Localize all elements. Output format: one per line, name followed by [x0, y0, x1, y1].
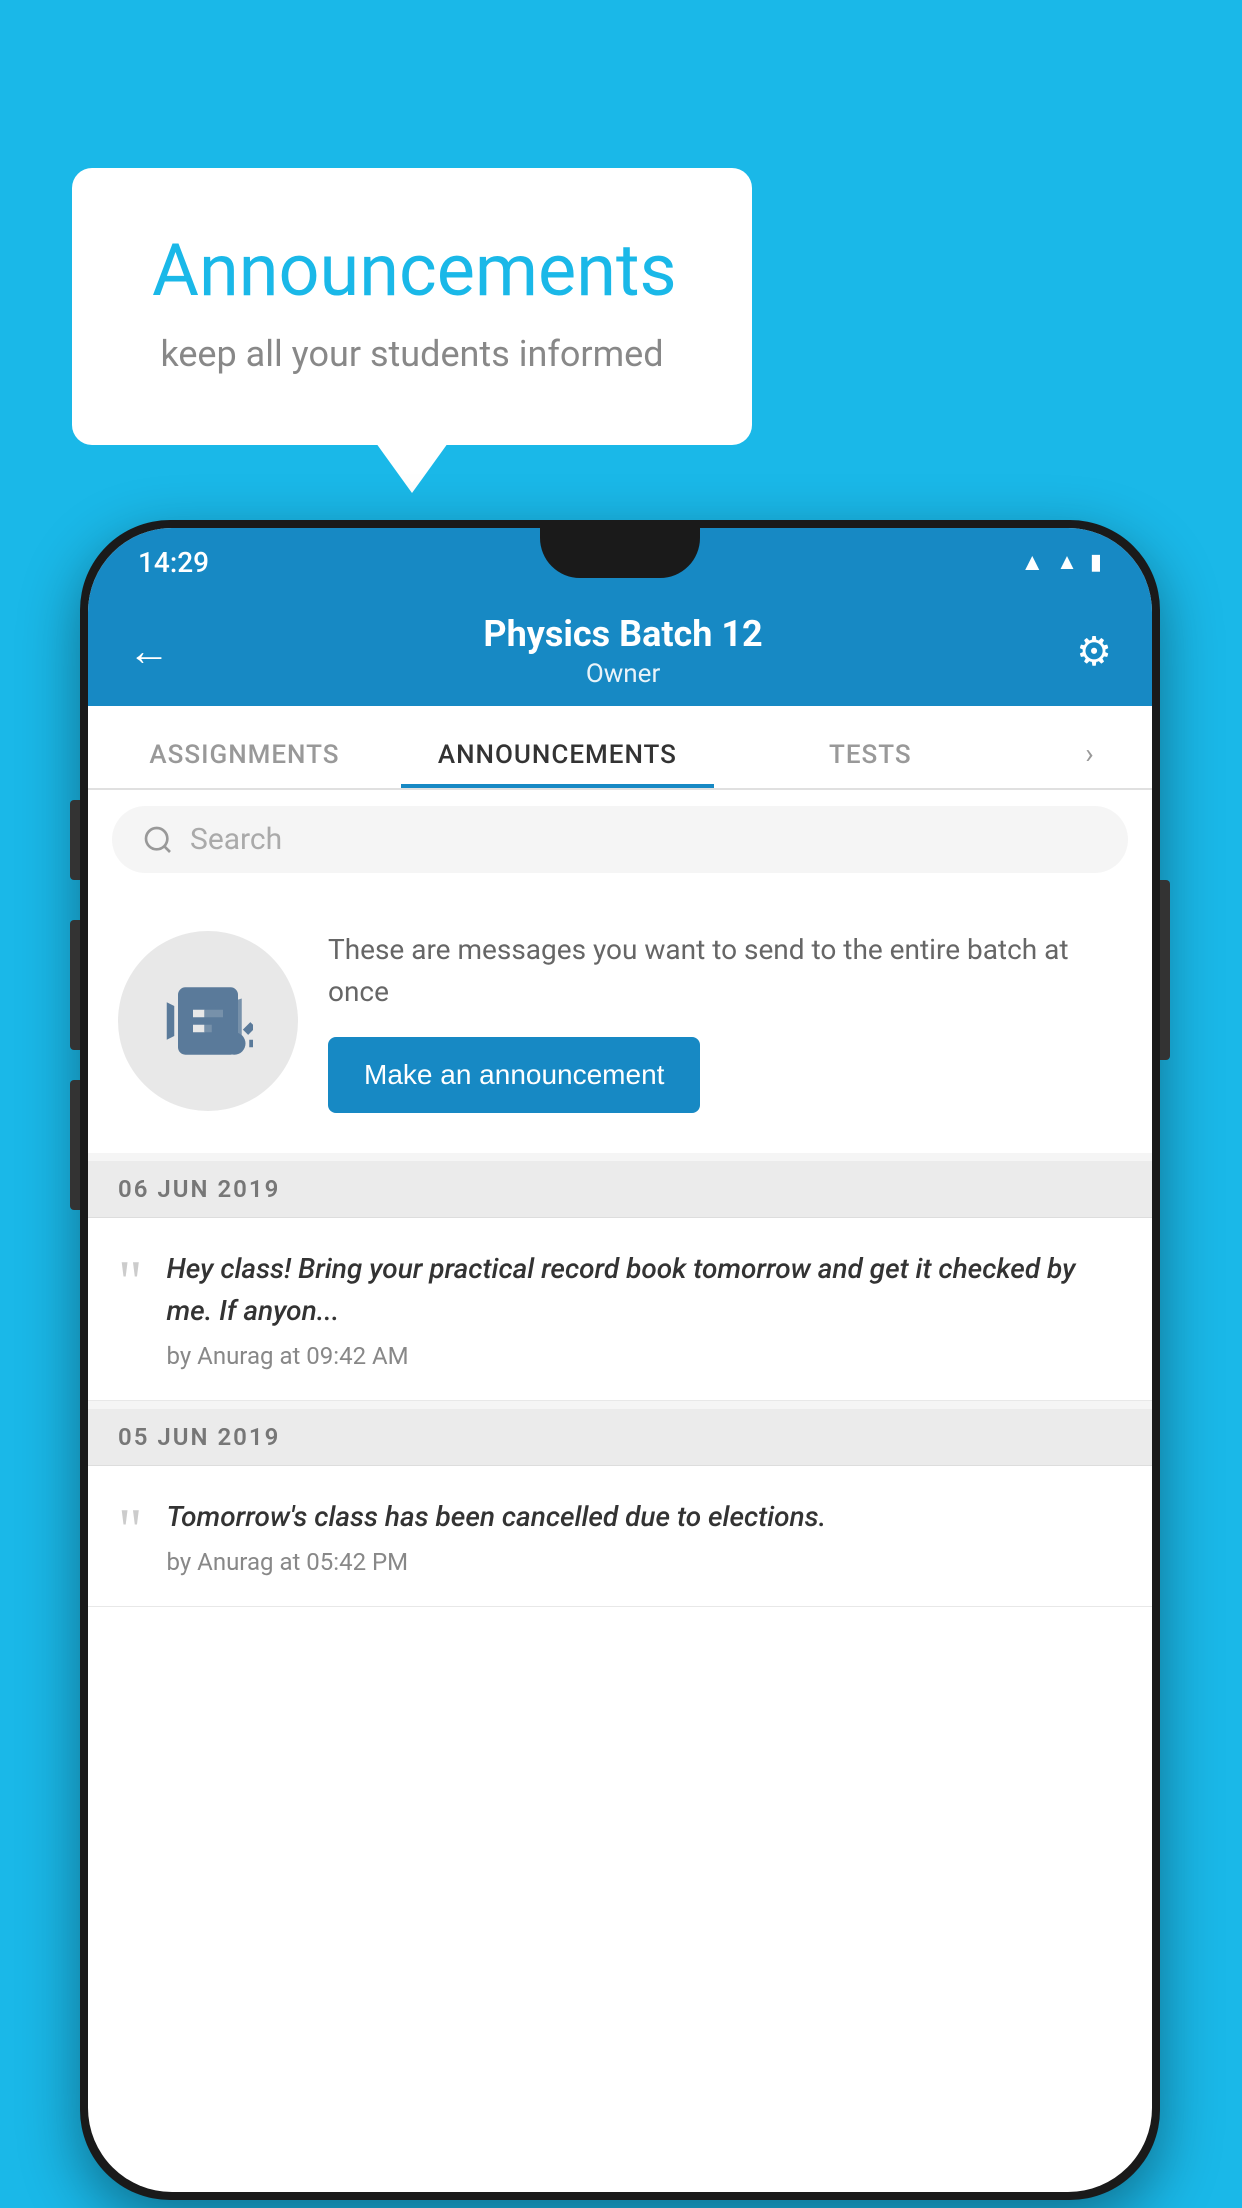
announcement-item-2: " Tomorrow's class has been cancelled du… [88, 1466, 1152, 1607]
settings-icon[interactable]: ⚙ [1066, 618, 1122, 685]
announcement-item-1: " Hey class! Bring your practical record… [88, 1218, 1152, 1401]
app-bar-title: Physics Batch 12 [180, 613, 1066, 655]
bubble-title: Announcements [152, 228, 672, 313]
tab-tests[interactable]: TESTS [714, 740, 1027, 788]
announcement-text-1: Hey class! Bring your practical record b… [167, 1248, 1123, 1370]
announcement-icon-circle [118, 931, 298, 1111]
quote-icon-2: " [118, 1500, 143, 1576]
app-bar: ← Physics Batch 12 Owner ⚙ [88, 596, 1152, 706]
status-bar: 14:29 ▲ ▲ ▮ [88, 528, 1152, 596]
tabs-bar: ASSIGNMENTS ANNOUNCEMENTS TESTS › [88, 706, 1152, 790]
date-separator-1: 06 JUN 2019 [88, 1161, 1152, 1218]
announcement-text-2: Tomorrow's class has been cancelled due … [167, 1496, 1123, 1576]
tab-assignments[interactable]: ASSIGNMENTS [88, 740, 401, 788]
announcement-meta-1: by Anurag at 09:42 AM [167, 1342, 1123, 1370]
status-time: 14:29 [138, 546, 209, 579]
signal-icon: ▲ [1056, 549, 1078, 575]
search-bar-container: Search [88, 790, 1152, 889]
announcement-message-1: Hey class! Bring your practical record b… [167, 1248, 1123, 1332]
wifi-icon: ▲ [1020, 548, 1044, 577]
make-announcement-button[interactable]: Make an announcement [328, 1037, 700, 1113]
promo-right: These are messages you want to send to t… [328, 929, 1122, 1113]
search-icon [142, 824, 174, 856]
promo-card: These are messages you want to send to t… [88, 889, 1152, 1153]
promo-description: These are messages you want to send to t… [328, 929, 1122, 1013]
battery-icon: ▮ [1090, 550, 1102, 575]
phone-screen: 14:29 ▲ ▲ ▮ ← Physics Batch 12 Owner ⚙ A… [88, 528, 1152, 2192]
back-button[interactable]: ← [118, 617, 180, 686]
date-separator-2: 05 JUN 2019 [88, 1409, 1152, 1466]
bubble-subtitle: keep all your students informed [152, 333, 672, 375]
notch [540, 528, 700, 578]
content-area: Search [88, 790, 1152, 1607]
phone-frame: 14:29 ▲ ▲ ▮ ← Physics Batch 12 Owner ⚙ A… [80, 520, 1160, 2200]
tab-announcements[interactable]: ANNOUNCEMENTS [401, 740, 714, 788]
app-bar-title-section: Physics Batch 12 Owner [180, 613, 1066, 689]
announcement-meta-2: by Anurag at 05:42 PM [167, 1548, 1123, 1576]
tab-more[interactable]: › [1027, 737, 1152, 788]
announcement-message-2: Tomorrow's class has been cancelled due … [167, 1496, 1123, 1538]
speech-bubble: Announcements keep all your students inf… [72, 168, 752, 445]
search-bar[interactable]: Search [112, 806, 1128, 873]
quote-icon-1: " [118, 1252, 143, 1370]
speech-bubble-container: Announcements keep all your students inf… [72, 168, 752, 445]
megaphone-icon [163, 976, 253, 1066]
app-bar-subtitle: Owner [180, 659, 1066, 689]
search-placeholder: Search [190, 822, 282, 857]
status-icons: ▲ ▲ ▮ [1020, 548, 1102, 577]
